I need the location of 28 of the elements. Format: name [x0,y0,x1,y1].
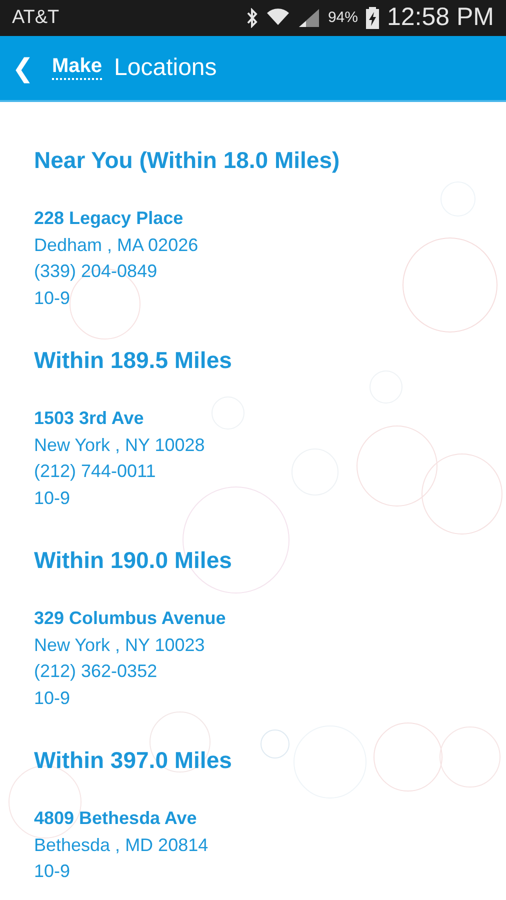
back-button[interactable]: ❮ [8,55,38,81]
battery-percent: 94% [328,8,358,28]
store-hours: 10-9 [34,286,70,310]
city-state-zip: Dedham , MA 02026 [34,234,198,256]
clock-time: 12:58 PM [386,2,494,34]
street-address: 4809 Bethesda Ave [34,807,197,830]
section-heading: Within 190.0 Miles [34,546,233,575]
city-state-zip: Bethesda , MD 20814 [34,834,208,856]
city-state-zip: New York , NY 10023 [34,634,205,656]
screen-title: Locations [114,53,217,83]
bluetooth-icon [246,8,258,28]
app-logo: Make [52,56,102,80]
phone-number[interactable]: (212) 744-0011 [34,458,156,484]
signal-icon [298,8,320,28]
phone-number[interactable]: (212) 362-0352 [34,658,158,684]
phone-number[interactable]: (339) 204-0849 [34,258,158,284]
carrier-name: AT&T [12,6,60,30]
store-hours: 10-9 [34,486,70,510]
street-address: 1503 3rd Ave [34,407,144,430]
street-address: 228 Legacy Place [34,207,184,230]
store-hours: 10-9 [34,860,70,883]
city-state-zip: New York , NY 10028 [34,434,205,456]
battery-charging-icon [366,7,379,29]
section-heading: Within 189.5 Miles [34,346,233,375]
section-heading: Near You (Within 18.0 Miles) [34,146,341,175]
store-hours: 10-9 [34,686,70,710]
section-heading: Within 397.0 Miles [34,746,233,775]
street-address: 329 Columbus Avenue [34,607,226,630]
